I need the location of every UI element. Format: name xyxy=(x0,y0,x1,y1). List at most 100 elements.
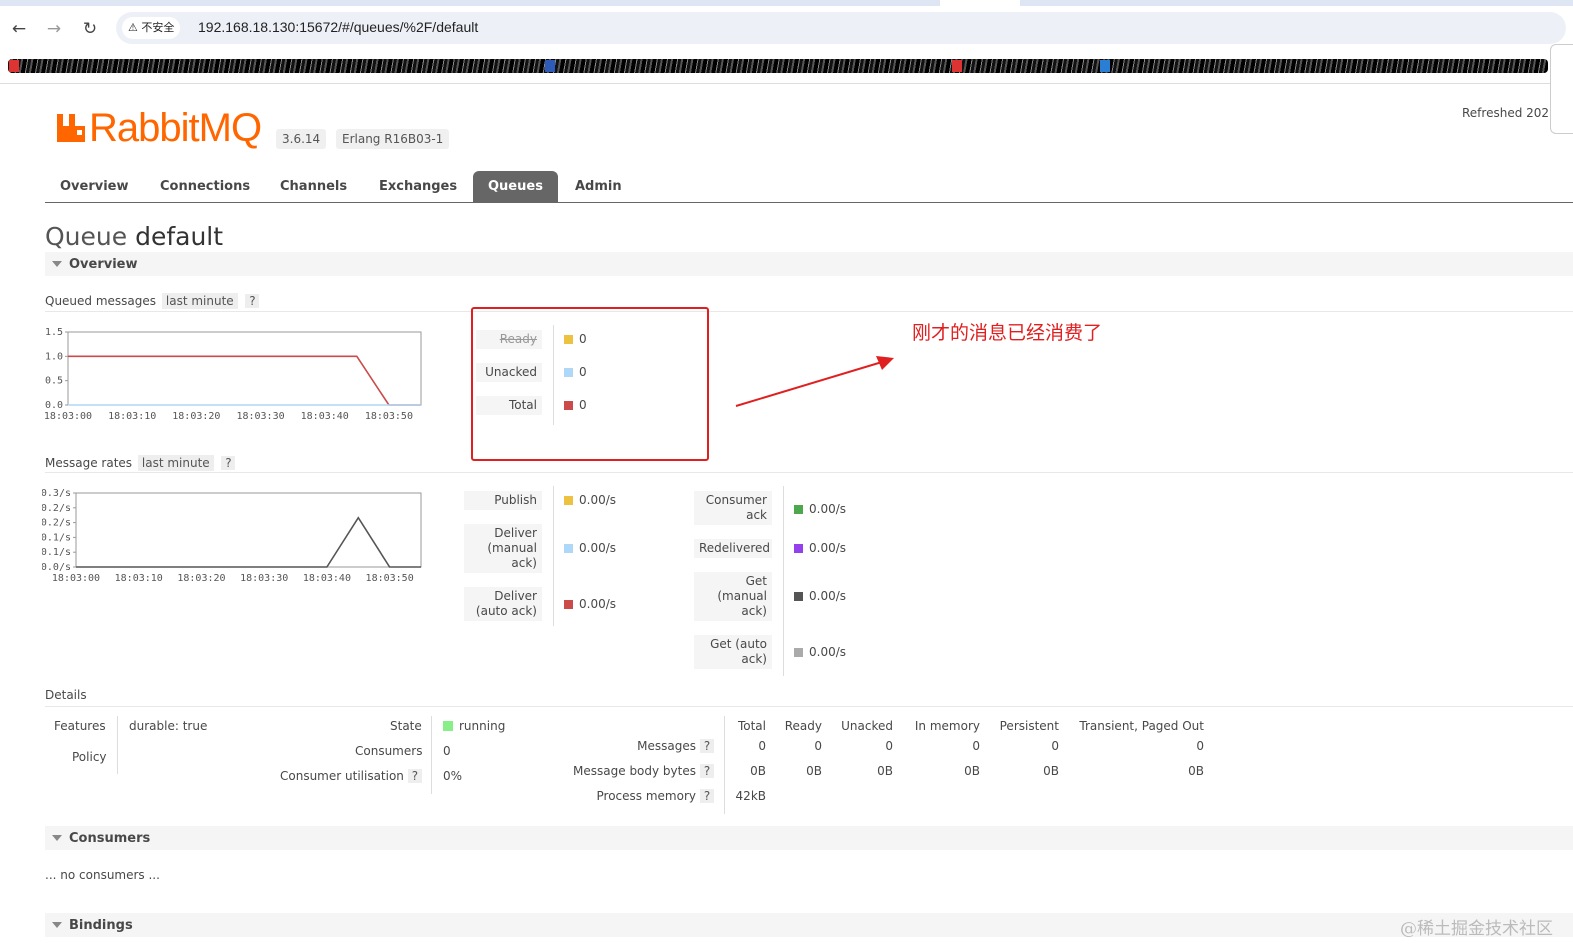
security-chip[interactable]: ⚠ 不安全 xyxy=(122,17,181,39)
legend-label: Redelivered xyxy=(694,539,772,558)
url-text[interactable]: 192.168.18.130:15672/#/queues/%2F/defaul… xyxy=(198,19,478,35)
divider xyxy=(431,716,432,794)
legend-swatch-icon xyxy=(564,496,573,505)
tab-exchanges[interactable]: Exchanges xyxy=(364,171,472,203)
y-tick-label: 0.0 xyxy=(45,400,63,411)
collapse-triangle-icon xyxy=(52,261,62,267)
durable-key: durable: xyxy=(129,719,179,733)
tab-queues[interactable]: Queues xyxy=(473,171,558,203)
redacted-bookmarks xyxy=(8,59,1548,73)
x-tick-label: 18:03:20 xyxy=(177,573,225,584)
legend-label: Get (manual ack) xyxy=(694,572,772,621)
legend-label: Deliver (auto ack) xyxy=(464,587,542,621)
table-cell: 0B xyxy=(1188,764,1204,778)
y-tick-label: 0.3/s xyxy=(42,488,71,499)
queued-messages-header: Queued messages last minute ? xyxy=(45,293,260,309)
column-header: Transient, Paged Out xyxy=(1079,719,1204,733)
x-tick-label: 18:03:00 xyxy=(52,573,100,584)
x-tick-label: 18:03:30 xyxy=(240,573,288,584)
features-value: durable: true xyxy=(129,719,207,733)
divider xyxy=(553,486,554,626)
overview-section-toggle[interactable]: Overview xyxy=(45,252,1573,276)
table-cell: 0 xyxy=(885,739,893,753)
divider xyxy=(783,486,784,676)
rabbit-logo-icon xyxy=(57,114,85,142)
bindings-section-toggle[interactable]: Bindings xyxy=(45,913,1573,937)
version-badge: 3.6.14 xyxy=(276,129,327,149)
collapse-triangle-icon xyxy=(52,835,62,841)
column-header: Persistent xyxy=(999,719,1059,733)
forward-icon[interactable]: → xyxy=(43,18,65,40)
warning-icon: ⚠ xyxy=(128,21,142,34)
divider xyxy=(45,706,1573,707)
message-rates-label: Message rates xyxy=(45,456,133,470)
state-text: running xyxy=(459,719,506,733)
divider xyxy=(45,311,1573,312)
table-cell: 0 xyxy=(814,739,822,753)
main-nav: Overview Connections Channels Exchanges … xyxy=(45,170,1573,203)
erlang-badge: Erlang R16B03-1 xyxy=(336,129,450,149)
row-label: Message body bytes? xyxy=(573,764,714,778)
browser-toolbar: ← → ↻ ⚠ 不安全 192.168.18.130:15672/#/queue… xyxy=(0,6,1573,50)
tab-admin[interactable]: Admin xyxy=(560,171,637,203)
reload-icon[interactable]: ↻ xyxy=(79,18,101,40)
divider xyxy=(117,716,118,774)
help-icon[interactable]: ? xyxy=(221,456,236,470)
help-icon[interactable]: ? xyxy=(700,764,714,778)
row-label: Process memory? xyxy=(597,789,714,803)
row-label: Messages? xyxy=(637,739,714,753)
legend-value: 0.00/s xyxy=(564,493,616,507)
legend-value: 0.00/s xyxy=(564,597,616,611)
tab-connections[interactable]: Connections xyxy=(145,171,265,203)
logo-text: RabbitMQ xyxy=(89,106,262,150)
legend-swatch-icon xyxy=(794,648,803,657)
help-icon[interactable]: ? xyxy=(407,769,422,783)
tab-overview[interactable]: Overview xyxy=(45,171,144,203)
y-tick-label: 0.2/s xyxy=(42,518,71,529)
range-selector[interactable]: last minute xyxy=(161,293,238,309)
plot-frame xyxy=(75,492,422,568)
security-label: 不安全 xyxy=(141,21,175,34)
y-tick-label: 0.5 xyxy=(45,376,63,387)
help-icon[interactable]: ? xyxy=(700,739,714,753)
legend-value-text: 0.00/s xyxy=(809,502,847,516)
tab-channels[interactable]: Channels xyxy=(265,171,362,203)
watermark: @稀土掘金技术社区 xyxy=(1400,919,1553,939)
table-cell: 0B xyxy=(1043,764,1059,778)
range-selector[interactable]: last minute xyxy=(137,455,214,471)
table-cell: 0 xyxy=(758,739,766,753)
refreshed-label[interactable]: Refreshed 202 xyxy=(1462,106,1549,120)
page-title-prefix: Queue xyxy=(45,222,128,251)
legend-swatch-icon xyxy=(794,592,803,601)
section-label: Overview xyxy=(69,257,138,272)
bookmark-favicon-icon[interactable] xyxy=(1100,60,1110,72)
table-cell: 0 xyxy=(1051,739,1059,753)
legend-value-text: 0.00/s xyxy=(579,597,617,611)
column-header: Total xyxy=(737,719,766,733)
column-header: Unacked xyxy=(841,719,893,733)
help-icon[interactable]: ? xyxy=(700,789,714,803)
table-cell: 0B xyxy=(877,764,893,778)
details-label: Details xyxy=(45,688,87,702)
side-panel-handle[interactable] xyxy=(1550,44,1573,134)
table-cell: 0B xyxy=(806,764,822,778)
legend-value: 0.00/s xyxy=(794,645,846,659)
y-tick-label: 0.2/s xyxy=(42,503,71,514)
bookmark-favicon-icon[interactable] xyxy=(952,60,962,72)
state-label: State xyxy=(390,719,422,733)
help-icon[interactable]: ? xyxy=(245,294,260,308)
x-tick-label: 18:03:10 xyxy=(115,573,163,584)
divider xyxy=(724,716,725,814)
bookmark-favicon-icon[interactable] xyxy=(9,60,19,72)
consumer-utilisation-value: 0% xyxy=(443,769,463,783)
legend-swatch-icon xyxy=(564,544,573,553)
table-cell: 0 xyxy=(972,739,980,753)
consumers-section-toggle[interactable]: Consumers xyxy=(45,826,1573,850)
back-icon[interactable]: ← xyxy=(8,18,30,40)
bookmarks-bar xyxy=(0,50,1573,84)
consumers-label: Consumers xyxy=(355,744,423,758)
bookmark-favicon-icon[interactable] xyxy=(545,60,555,72)
address-bar[interactable]: ⚠ 不安全 192.168.18.130:15672/#/queues/%2F/… xyxy=(116,12,1566,44)
x-tick-label: 18:03:00 xyxy=(44,411,92,422)
features-label: Features xyxy=(54,719,106,733)
